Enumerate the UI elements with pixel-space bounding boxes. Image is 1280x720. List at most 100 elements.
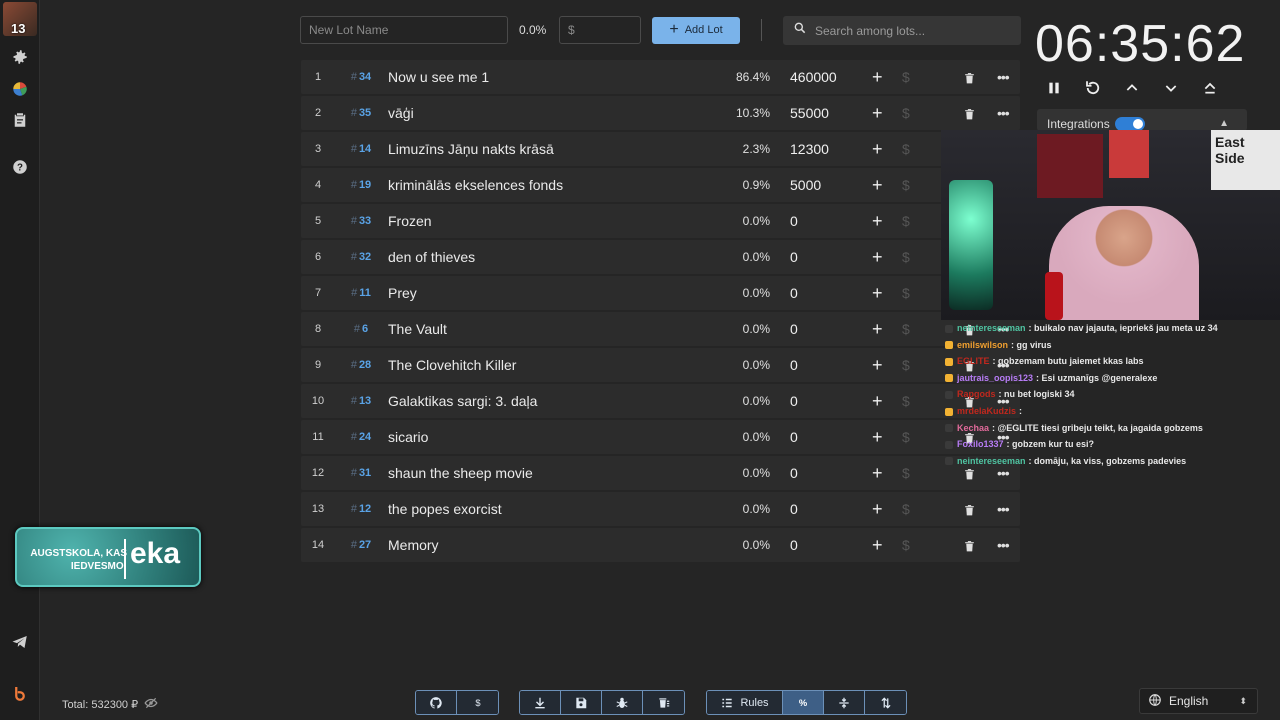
- add-amount-icon[interactable]: +: [872, 240, 883, 274]
- lot-name[interactable]: Frozen: [388, 204, 432, 238]
- lot-id[interactable]: #11: [335, 276, 387, 310]
- add-amount-icon[interactable]: +: [872, 384, 883, 418]
- add-amount-icon[interactable]: +: [872, 528, 883, 562]
- lot-amount[interactable]: 0: [790, 528, 798, 562]
- lot-amount[interactable]: 0: [790, 456, 798, 490]
- lot-row[interactable]: 7#11Prey0.0%0+$•••: [301, 276, 1020, 310]
- lot-row[interactable]: 4 #19 kriminālās ekselences fonds 0.9% 5000 +…: [301, 168, 1020, 202]
- reset-icon[interactable]: [1083, 78, 1103, 98]
- lot-name[interactable]: shaun the sheep movie: [388, 456, 533, 490]
- lot-row[interactable]: 13 #12 the popes exorcist 0.0% 0 + $ •••: [301, 492, 1020, 526]
- lot-amount[interactable]: 0: [790, 276, 798, 310]
- lot-amount[interactable]: 0: [790, 492, 798, 526]
- lot-amount[interactable]: 0: [790, 240, 798, 274]
- lot-row[interactable]: 1 #34 Now u see me 1 86.4% 460000 + $ •••: [301, 60, 1020, 94]
- add-amount-icon[interactable]: +: [872, 276, 883, 310]
- clipboard-icon[interactable]: [10, 110, 30, 130]
- lot-id[interactable]: #6: [335, 312, 387, 346]
- lot-id[interactable]: #14: [335, 132, 387, 166]
- brand-icon[interactable]: [10, 683, 30, 703]
- trash-icon[interactable]: [963, 528, 976, 562]
- github-icon[interactable]: [416, 691, 457, 714]
- lot-name[interactable]: sicario: [388, 420, 428, 454]
- lot-amount[interactable]: 0: [790, 204, 798, 238]
- lot-row[interactable]: 14 #27 Memory 0.0% 0 + $ •••: [301, 528, 1020, 562]
- sort-icon[interactable]: [865, 691, 906, 714]
- lot-name[interactable]: Limuzīns Jāņu nakts krāsā: [388, 132, 554, 166]
- dollar-icon[interactable]: $: [902, 528, 910, 562]
- search-box[interactable]: [783, 16, 1021, 45]
- lot-name[interactable]: Galaktikas sargi: 3. daļa: [388, 384, 537, 418]
- help-icon[interactable]: ?: [10, 157, 30, 177]
- dollar-icon[interactable]: $: [902, 96, 910, 130]
- integrations-panel[interactable]: Integrations ▲: [1037, 109, 1247, 131]
- dollar-icon[interactable]: $: [902, 60, 910, 94]
- add-amount-icon[interactable]: +: [872, 420, 883, 454]
- dollar-icon[interactable]: $: [902, 384, 910, 418]
- lot-id[interactable]: #19: [335, 168, 387, 202]
- eye-off-icon[interactable]: [144, 696, 158, 713]
- add-amount-icon[interactable]: +: [872, 132, 883, 166]
- lot-row[interactable]: 6#32den of thieves0.0%0+$•••: [301, 240, 1020, 274]
- add-amount-icon[interactable]: +: [872, 168, 883, 202]
- lot-row[interactable]: 9 #28 The Clovehitch Killer 0.0% 0 + $ •••: [301, 348, 1020, 382]
- add-amount-icon[interactable]: +: [872, 312, 883, 346]
- lot-name[interactable]: vāģi: [388, 96, 414, 130]
- lot-row[interactable]: 12 #31 shaun the sheep movie 0.0% 0 + $ •••: [301, 456, 1020, 490]
- lot-id[interactable]: #27: [335, 528, 387, 562]
- dollar-icon[interactable]: $: [902, 456, 910, 490]
- lot-amount[interactable]: 5000: [790, 168, 821, 202]
- more-options-icon[interactable]: •••: [997, 96, 1010, 130]
- lot-id[interactable]: #33: [335, 204, 387, 238]
- lot-name[interactable]: The Clovehitch Killer: [388, 348, 516, 382]
- dollar-icon[interactable]: $: [902, 240, 910, 274]
- dollar-icon[interactable]: $: [902, 168, 910, 202]
- lot-id[interactable]: #13: [335, 384, 387, 418]
- add-amount-icon[interactable]: +: [872, 60, 883, 94]
- more-options-icon[interactable]: •••: [997, 528, 1010, 562]
- more-options-icon[interactable]: •••: [997, 492, 1010, 526]
- lot-row[interactable]: 8 #6 The Vault 0.0% 0 + $ •••: [301, 312, 1020, 346]
- lot-row[interactable]: 10 #13 Galaktikas sargi: 3. daļa 0.0% 0 + $ •••: [301, 384, 1020, 418]
- lot-id[interactable]: #24: [335, 420, 387, 454]
- add-lot-button[interactable]: + Add Lot: [652, 16, 740, 44]
- language-select[interactable]: English ⬍: [1139, 688, 1258, 714]
- trash-icon[interactable]: [963, 96, 976, 130]
- delete-history-icon[interactable]: [643, 691, 684, 714]
- add-amount-icon[interactable]: +: [872, 456, 883, 490]
- avatar[interactable]: 13: [3, 2, 37, 36]
- lot-id[interactable]: #32: [335, 240, 387, 274]
- integrations-toggle[interactable]: [1115, 117, 1145, 131]
- lot-row[interactable]: 11 #24 sicario 0.0% 0 + $ •••: [301, 420, 1020, 454]
- lot-amount[interactable]: 12300: [790, 132, 829, 166]
- lot-name[interactable]: den of thieves: [388, 240, 475, 274]
- lot-amount[interactable]: 0: [790, 384, 798, 418]
- trash-icon[interactable]: [963, 492, 976, 526]
- rules-button[interactable]: Rules: [707, 691, 783, 714]
- lot-row[interactable]: 2 #35 vāģi 10.3% 55000 + $ •••: [301, 96, 1020, 130]
- lot-name[interactable]: the popes exorcist: [388, 492, 502, 526]
- new-lot-amount-input[interactable]: [559, 16, 641, 44]
- lot-name[interactable]: The Vault: [388, 312, 447, 346]
- chevron-up-icon[interactable]: [1122, 78, 1142, 98]
- gear-icon[interactable]: [10, 47, 30, 67]
- more-options-icon[interactable]: •••: [997, 60, 1010, 94]
- dollar-icon[interactable]: $: [902, 276, 910, 310]
- lot-amount[interactable]: 0: [790, 312, 798, 346]
- search-input[interactable]: [815, 23, 1015, 38]
- double-chevron-up-icon[interactable]: [1200, 78, 1220, 98]
- lot-amount[interactable]: 55000: [790, 96, 829, 130]
- compress-icon[interactable]: [824, 691, 865, 714]
- lot-id[interactable]: #31: [335, 456, 387, 490]
- chevron-down-icon[interactable]: [1161, 78, 1181, 98]
- save-icon[interactable]: [561, 691, 602, 714]
- lot-name[interactable]: Now u see me 1: [388, 60, 489, 94]
- lot-id[interactable]: #28: [335, 348, 387, 382]
- lot-name[interactable]: Memory: [388, 528, 439, 562]
- percent-icon[interactable]: %: [783, 691, 824, 714]
- lot-id[interactable]: #34: [335, 60, 387, 94]
- telegram-icon[interactable]: [10, 632, 30, 652]
- lot-row[interactable]: 3 #14 Limuzīns Jāņu nakts krāsā 2.3% 12300 + $…: [301, 132, 1020, 166]
- pie-chart-icon[interactable]: [10, 79, 30, 99]
- dollar-icon[interactable]: $: [902, 492, 910, 526]
